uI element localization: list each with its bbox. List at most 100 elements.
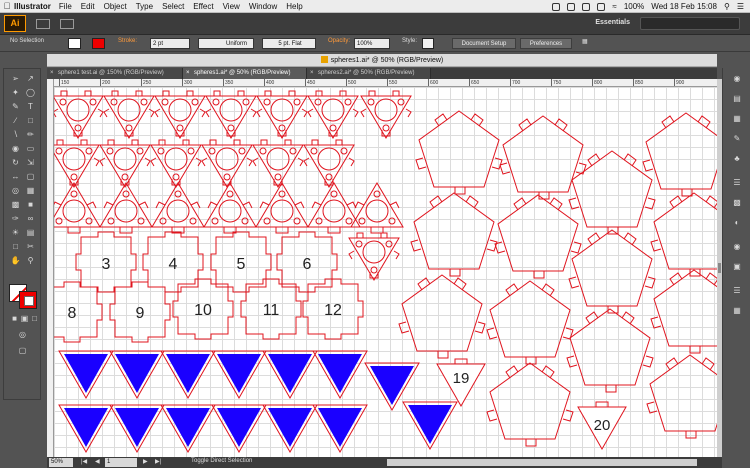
line-tool-icon[interactable]: ∕ — [9, 115, 22, 126]
puzzle-triangle-piece[interactable] — [150, 139, 202, 188]
tab-spheres1[interactable]: × spheres1.ai* @ 50% (RGB/Preview) — [183, 68, 307, 79]
previous-artboard-icon[interactable]: ◀ — [95, 458, 100, 465]
eyedropper-icon[interactable]: ✑ — [9, 213, 22, 224]
zoom-tool-icon[interactable]: ⚲ — [24, 255, 37, 266]
width-tool-icon[interactable]: ↔ — [9, 171, 22, 182]
fill-color-swatch[interactable] — [68, 38, 81, 49]
pen-tool-icon[interactable]: ✎ — [9, 101, 22, 112]
puzzle-pentagon-piece[interactable] — [499, 115, 587, 200]
screen-mode-icon[interactable]: ▢ — [16, 345, 29, 356]
tab-sphere1-test[interactable]: × sphere1 test.ai @ 150% (RGB/Preview) — [47, 68, 183, 79]
menu-help[interactable]: Help — [286, 2, 302, 11]
puzzle-pentagon-piece[interactable] — [568, 229, 656, 314]
zoom-level-field[interactable]: 50% — [49, 458, 73, 467]
notification-icon[interactable]: ☰ — [737, 2, 744, 11]
free-transform-icon[interactable]: ▢ — [24, 171, 37, 182]
horizontal-ruler[interactable]: 150 200 250 300 350 400 450 500 550 600 … — [54, 79, 717, 87]
horizontal-scrollbar[interactable] — [387, 459, 697, 466]
menu-object[interactable]: Object — [104, 2, 127, 11]
hand-tool-icon[interactable]: ✋ — [9, 255, 22, 266]
brush-definition[interactable]: 5 pt. Flat — [262, 38, 316, 49]
appearance-panel-icon[interactable]: ◉ — [731, 242, 743, 252]
opacity-field[interactable]: 100% — [354, 38, 390, 49]
document-setup-button[interactable]: Document Setup — [452, 38, 516, 49]
puzzle-triangle-piece[interactable] — [54, 139, 100, 188]
artboards-panel-icon[interactable]: ▦ — [731, 306, 743, 316]
puzzle-triangle-piece[interactable] — [348, 232, 400, 281]
next-artboard-icon[interactable]: ▶ — [143, 458, 148, 465]
menu-select[interactable]: Select — [162, 2, 184, 11]
color-guide-icon[interactable]: ▤ — [731, 94, 743, 104]
paintbrush-icon[interactable]: ∖ — [9, 129, 22, 140]
drawing-mode-icon[interactable]: ◎ — [16, 329, 29, 340]
puzzle-triangle-piece[interactable] — [303, 139, 355, 188]
apple-icon[interactable]:  — [0, 1, 14, 11]
gradient-panel-icon[interactable]: ▩ — [731, 198, 743, 208]
blue-triangle-piece[interactable] — [160, 350, 216, 399]
menu-window[interactable]: Window — [249, 2, 277, 11]
eraser-icon[interactable]: ▭ — [24, 143, 37, 154]
bluetooth-icon[interactable] — [597, 2, 606, 11]
stroke-panel-icon[interactable]: ☰ — [731, 178, 743, 188]
column-graph-icon[interactable]: ▤ — [24, 227, 37, 238]
puzzle-triangle-piece[interactable] — [203, 182, 257, 234]
type-tool-icon[interactable]: T — [24, 101, 37, 112]
puzzle-pentagon-piece[interactable] — [415, 110, 503, 195]
menu-effect[interactable]: Effect — [193, 2, 213, 11]
puzzle-triangle-piece[interactable] — [256, 90, 308, 139]
blue-triangle-piece[interactable] — [58, 350, 114, 399]
blend-tool-icon[interactable]: ∞ — [24, 213, 37, 224]
blue-triangle-piece[interactable] — [364, 362, 420, 411]
direct-selection-tool-icon[interactable]: ↗ — [24, 73, 37, 84]
menu-file[interactable]: File — [59, 2, 72, 11]
puzzle-pentagon-piece[interactable] — [398, 274, 486, 359]
blue-triangle-piece[interactable] — [58, 404, 114, 453]
blue-triangle-piece[interactable] — [160, 404, 216, 453]
graphic-styles-icon[interactable]: ▣ — [731, 262, 743, 272]
first-artboard-icon[interactable]: |◀ — [81, 458, 87, 465]
bridge-icon[interactable] — [36, 18, 50, 29]
blue-triangle-piece[interactable] — [109, 404, 165, 453]
menu-type[interactable]: Type — [136, 2, 153, 11]
arrange-documents-icon[interactable] — [60, 18, 74, 29]
stroke-color-swatch[interactable] — [92, 38, 105, 49]
stroke-swatch[interactable] — [19, 291, 37, 309]
puzzle-triangle-piece[interactable] — [103, 90, 155, 139]
artboard-canvas[interactable]: 3 4 5 6 8 9 10 11 12 19 20 — [54, 87, 717, 457]
color-panel-icon[interactable]: ◉ — [731, 74, 743, 84]
puzzle-pentagon-piece[interactable] — [650, 269, 717, 354]
puzzle-triangle-piece[interactable] — [99, 182, 153, 234]
puzzle-triangle-piece[interactable] — [360, 90, 412, 139]
puzzle-triangle-piece[interactable] — [54, 182, 101, 234]
arrange-icon[interactable]: ▦ — [582, 38, 588, 45]
scroll-thumb[interactable] — [718, 263, 721, 273]
close-icon[interactable]: × — [186, 68, 190, 79]
last-artboard-icon[interactable]: ▶| — [155, 458, 161, 465]
symbol-sprayer-icon[interactable]: ☀ — [9, 227, 22, 238]
puzzle-pentagon-piece[interactable] — [566, 308, 654, 393]
puzzle-triangle-piece[interactable] — [151, 182, 205, 234]
vertical-ruler[interactable] — [47, 79, 54, 457]
menu-view[interactable]: View — [223, 2, 240, 11]
spotlight-icon[interactable]: ⚲ — [724, 2, 730, 11]
puzzle-pentagon-piece[interactable] — [642, 112, 717, 197]
selection-tool-icon[interactable]: ➢ — [9, 73, 22, 84]
scale-tool-icon[interactable]: ⇲ — [24, 157, 37, 168]
close-icon[interactable]: × — [310, 68, 314, 79]
blue-triangle-piece[interactable] — [312, 350, 368, 399]
rotate-tool-icon[interactable]: ↻ — [9, 157, 22, 168]
none-mode-icon[interactable]: □ — [28, 313, 41, 324]
magic-wand-icon[interactable]: ✦ — [9, 87, 22, 98]
stroke-weight-field[interactable]: 2 pt — [150, 38, 190, 49]
puzzle-pentagon-piece[interactable] — [494, 194, 582, 279]
layers-panel-icon[interactable]: ☰ — [731, 286, 743, 296]
blue-triangle-piece[interactable] — [402, 401, 458, 450]
pencil-icon[interactable]: ✏ — [24, 129, 37, 140]
puzzle-pentagon-piece[interactable] — [486, 280, 574, 365]
symbols-panel-icon[interactable]: ♣ — [731, 154, 743, 164]
close-icon[interactable]: × — [50, 68, 54, 79]
puzzle-triangle-piece[interactable] — [54, 90, 104, 139]
brushes-panel-icon[interactable]: ✎ — [731, 134, 743, 144]
sync-icon[interactable] — [582, 2, 591, 11]
puzzle-triangle-piece[interactable] — [201, 139, 253, 188]
